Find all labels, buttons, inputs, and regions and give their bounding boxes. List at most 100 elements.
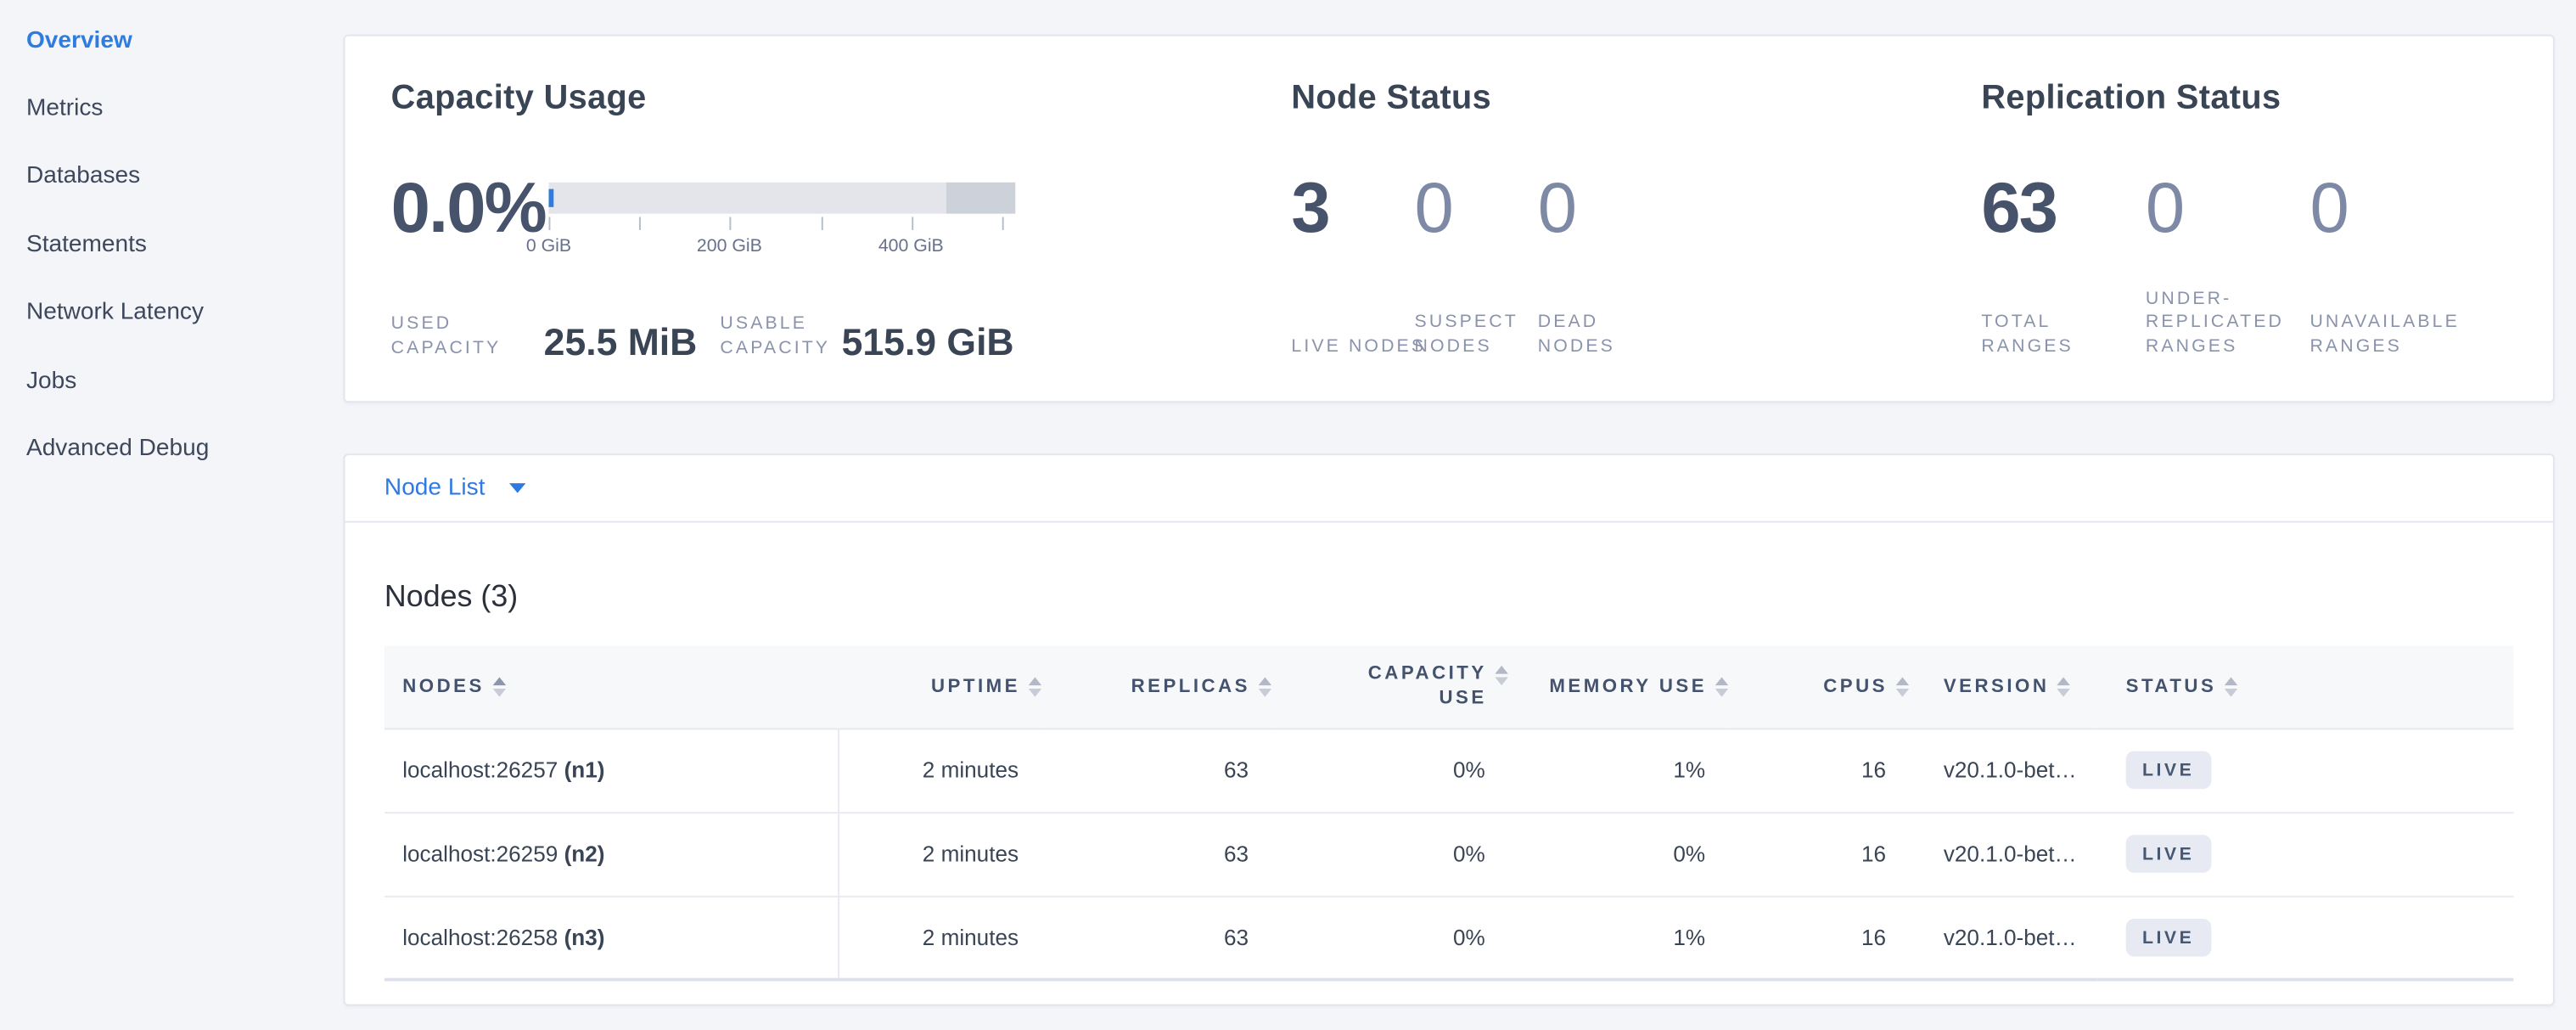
usable-capacity-label: USABLE CAPACITY <box>720 312 841 360</box>
uptime-cell: 2 minutes <box>838 812 1041 896</box>
unavailable-ranges-stat: 0 UNAVAILABLE RANGES <box>2309 171 2474 358</box>
node-id: (n3) <box>564 925 605 949</box>
under-replicated-ranges-stat: 0 UNDER-REPLICATED RANGES <box>2146 171 2310 358</box>
usable-capacity-stat: USABLE CAPACITY 515.9 GiB <box>720 312 1013 360</box>
version-cell: v20.1.0-bet… <box>1909 812 2098 896</box>
sidebar-item-network-latency[interactable]: Network Latency <box>26 279 344 346</box>
cpus-cell: 16 <box>1728 896 1909 980</box>
table-row: localhost:26257 (n1) 2 minutes 63 0% 1% … <box>384 728 2514 812</box>
column-header-version[interactable]: VERSION <box>1909 646 2098 729</box>
sidebar: Overview Metrics Databases Statements Ne… <box>0 0 344 1030</box>
column-header-replicas[interactable]: REPLICAS <box>1041 646 1271 729</box>
version-cell: v20.1.0-bet… <box>1909 896 2098 980</box>
node-status-section: Node Status 3 LIVE NODES 0 SUSPECT NODES… <box>1291 37 1981 402</box>
column-header-capacity-use[interactable]: CAPACITY USE <box>1271 646 1508 729</box>
axis-label-200: 200 GiB <box>697 237 762 256</box>
cpus-cell: 16 <box>1728 812 1909 896</box>
node-id: (n1) <box>564 757 605 782</box>
sort-icon[interactable] <box>1259 677 1271 696</box>
column-header-cpus[interactable]: CPUS <box>1728 646 1909 729</box>
sidebar-item-databases[interactable]: Databases <box>26 143 344 211</box>
total-ranges-value: 63 <box>1981 171 2146 246</box>
sort-icon[interactable] <box>2057 677 2070 696</box>
dead-nodes-label: DEAD NODES <box>1538 311 1682 358</box>
node-address[interactable]: localhost:26259 (n2) <box>384 812 838 896</box>
under-replicated-ranges-value: 0 <box>2146 171 2310 246</box>
usable-capacity-value: 515.9 GiB <box>842 324 1014 360</box>
replicas-cell: 63 <box>1041 728 1271 812</box>
node-address[interactable]: localhost:26257 (n1) <box>384 728 838 812</box>
sidebar-item-overview[interactable]: Overview <box>26 7 344 75</box>
sort-icon[interactable] <box>1495 665 1507 684</box>
uptime-cell: 2 minutes <box>838 896 1041 980</box>
capacity-use-cell: 0% <box>1271 896 1508 980</box>
capacity-gauge: 0 GiB 200 GiB 400 GiB <box>548 183 1015 267</box>
axis-label-0: 0 GiB <box>526 237 571 256</box>
suspect-nodes-value: 0 <box>1415 171 1538 246</box>
cluster-summary-card: Capacity Usage 0.0% 0 GiB <box>344 35 2555 403</box>
status-cell: LIVE <box>2098 812 2514 896</box>
column-header-uptime[interactable]: UPTIME <box>838 646 1041 729</box>
dead-nodes-value: 0 <box>1538 171 1661 246</box>
capacity-percent: 0.0% <box>391 171 549 266</box>
total-ranges-stat: 63 TOTAL RANGES <box>1981 171 2146 358</box>
replication-status-section: Replication Status 63 TOTAL RANGES 0 UND… <box>1981 37 2553 402</box>
node-list-dropdown[interactable]: Node List <box>345 455 2552 522</box>
status-badge: LIVE <box>2126 835 2211 873</box>
sidebar-item-advanced-debug[interactable]: Advanced Debug <box>26 414 344 482</box>
memory-use-cell: 1% <box>1508 896 1728 980</box>
cpus-cell: 16 <box>1728 728 1909 812</box>
unavailable-ranges-value: 0 <box>2309 171 2474 246</box>
sidebar-item-metrics[interactable]: Metrics <box>26 75 344 143</box>
capacity-gauge-axis-labels: 0 GiB 200 GiB 400 GiB <box>548 237 1015 260</box>
memory-use-cell: 1% <box>1508 728 1728 812</box>
capacity-gauge-track <box>548 183 1015 214</box>
node-address[interactable]: localhost:26258 (n3) <box>384 896 838 980</box>
nodes-table-title: Nodes (3) <box>384 578 2553 613</box>
axis-label-400: 400 GiB <box>878 237 944 256</box>
capacity-gauge-reserved-segment <box>946 183 1015 214</box>
sidebar-item-statements[interactable]: Statements <box>26 211 344 279</box>
column-header-memory-use[interactable]: MEMORY USE <box>1508 646 1728 729</box>
status-cell: LIVE <box>2098 896 2514 980</box>
dead-nodes-stat: 0 DEAD NODES <box>1538 171 1661 358</box>
memory-use-cell: 0% <box>1508 812 1728 896</box>
main-content: Capacity Usage 0.0% 0 GiB <box>344 0 2576 1030</box>
node-list-dropdown-label[interactable]: Node List <box>384 475 485 501</box>
nodes-table: NODES UPTIME REPLICAS CAPACITY USE MEMOR <box>384 646 2514 982</box>
capacity-use-cell: 0% <box>1271 728 1508 812</box>
node-list-card: Node List Nodes (3) NODES UPTIME <box>344 453 2555 1005</box>
sort-icon[interactable] <box>1896 677 1909 696</box>
used-capacity-stat: USED CAPACITY 25.5 MiB <box>391 312 698 360</box>
version-cell: v20.1.0-bet… <box>1909 728 2098 812</box>
table-row: localhost:26258 (n3) 2 minutes 63 0% 1% … <box>384 896 2514 980</box>
sort-icon[interactable] <box>1029 677 1041 696</box>
capacity-gauge-ticks <box>548 217 1015 229</box>
capacity-gauge-used-marker <box>548 189 553 207</box>
column-header-nodes[interactable]: NODES <box>384 646 838 729</box>
unavailable-ranges-label: UNAVAILABLE RANGES <box>2309 311 2474 358</box>
chevron-down-icon[interactable] <box>510 483 526 493</box>
capacity-use-cell: 0% <box>1271 812 1508 896</box>
replication-status-title: Replication Status <box>1981 81 2553 115</box>
sidebar-item-jobs[interactable]: Jobs <box>26 346 344 414</box>
uptime-cell: 2 minutes <box>838 728 1041 812</box>
status-badge: LIVE <box>2126 751 2211 790</box>
total-ranges-label: TOTAL RANGES <box>1981 311 2146 358</box>
sidebar-nav: Overview Metrics Databases Statements Ne… <box>26 7 344 483</box>
page: Overview Metrics Databases Statements Ne… <box>0 0 2576 1030</box>
node-status-title: Node Status <box>1291 81 1981 115</box>
table-row: localhost:26259 (n2) 2 minutes 63 0% 0% … <box>384 812 2514 896</box>
replicas-cell: 63 <box>1041 896 1271 980</box>
sort-icon[interactable] <box>492 677 505 696</box>
column-header-status[interactable]: STATUS <box>2098 646 2514 729</box>
nodes-table-header-row: NODES UPTIME REPLICAS CAPACITY USE MEMOR <box>384 646 2514 729</box>
status-cell: LIVE <box>2098 728 2514 812</box>
sort-icon[interactable] <box>2225 677 2237 696</box>
node-id: (n2) <box>564 841 605 866</box>
status-badge: LIVE <box>2126 919 2211 957</box>
under-replicated-ranges-label: UNDER-REPLICATED RANGES <box>2146 287 2310 358</box>
capacity-usage-section: Capacity Usage 0.0% 0 GiB <box>345 37 1291 402</box>
replicas-cell: 63 <box>1041 812 1271 896</box>
sort-icon[interactable] <box>1715 677 1728 696</box>
